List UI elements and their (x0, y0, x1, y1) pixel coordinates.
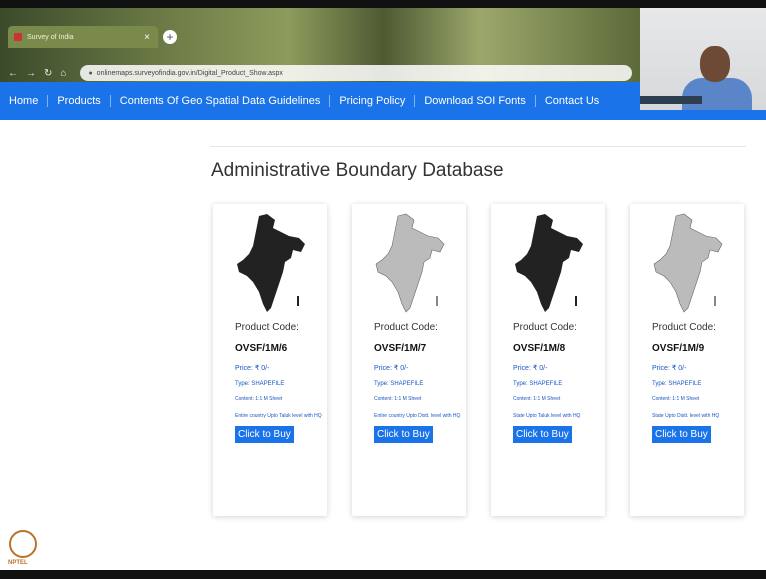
product-card: Product Code: OVSF/1M/6 Price: ₹ 0/- Typ… (213, 204, 327, 516)
presenter-head (700, 46, 730, 82)
forward-icon[interactable]: → (26, 68, 36, 79)
product-price: Price: ₹ 0/- (513, 365, 548, 372)
nptel-text: NPTEL (8, 560, 28, 566)
nav-guidelines[interactable]: Contents Of Geo Spatial Data Guidelines (111, 95, 331, 107)
product-info: Product Code: OVSF/1M/8 Price: ₹ 0/- Typ… (513, 322, 609, 443)
product-price: Price: ₹ 0/- (235, 365, 270, 372)
product-price: Price: ₹ 0/- (652, 365, 687, 372)
product-price: Price: ₹ 0/- (374, 365, 409, 372)
product-code-label: Product Code: (235, 322, 299, 333)
back-icon[interactable]: ← (8, 68, 18, 79)
nav-pricing[interactable]: Pricing Policy (330, 95, 416, 107)
product-code: OVSF/1M/7 (374, 343, 427, 354)
product-type: Type: SHAPEFILE (374, 381, 424, 387)
nav-contact[interactable]: Contact Us (536, 95, 608, 107)
product-type: Type: SHAPEFILE (513, 381, 563, 387)
address-bar[interactable]: ● onlinemaps.surveyofindia.gov.in/Digita… (80, 65, 632, 81)
product-type: Type: SHAPEFILE (652, 381, 702, 387)
bottom-black-bar (0, 570, 766, 579)
webcam-overlay (640, 8, 766, 110)
favicon-icon (14, 33, 22, 41)
product-info: Product Code: OVSF/1M/6 Price: ₹ 0/- Typ… (235, 322, 331, 443)
close-icon[interactable]: × (144, 32, 150, 43)
tab-title: Survey of India (27, 33, 74, 41)
product-description: State Upto Distt. level with HQ (652, 413, 720, 419)
click-to-buy-button[interactable]: Click to Buy (235, 426, 294, 443)
reload-icon[interactable]: ↻ (44, 68, 52, 79)
product-info: Product Code: OVSF/1M/9 Price: ₹ 0/- Typ… (652, 322, 748, 443)
product-type: Type: SHAPEFILE (235, 381, 285, 387)
product-code-label: Product Code: (374, 322, 438, 333)
nav-fonts[interactable]: Download SOI Fonts (415, 95, 536, 107)
product-content: Content: 1:1 M Sheet (374, 396, 422, 402)
product-code-label: Product Code: (513, 322, 577, 333)
presenter-body (682, 78, 752, 110)
click-to-buy-button[interactable]: Click to Buy (652, 426, 711, 443)
product-code: OVSF/1M/9 (652, 343, 705, 354)
top-black-bar (0, 0, 766, 8)
product-info: Product Code: OVSF/1M/7 Price: ₹ 0/- Typ… (374, 322, 470, 443)
section-divider (210, 146, 746, 147)
presenter-name-strip (640, 96, 702, 104)
lock-icon: ● (88, 69, 93, 77)
india-map-icon (515, 214, 583, 312)
product-code: OVSF/1M/8 (513, 343, 566, 354)
india-map-icon (237, 214, 305, 312)
product-card: Product Code: OVSF/1M/8 Price: ₹ 0/- Typ… (491, 204, 605, 516)
india-map-icon (375, 213, 445, 313)
product-card: Product Code: OVSF/1M/9 Price: ₹ 0/- Typ… (630, 204, 744, 516)
url-text: onlinemaps.surveyofindia.gov.in/Digital_… (96, 69, 283, 77)
nptel-logo: NPTEL (8, 530, 38, 570)
product-description: State Upto Taluk level with HQ (513, 413, 581, 419)
product-card: Product Code: OVSF/1M/7 Price: ₹ 0/- Typ… (352, 204, 466, 516)
browser-chrome: Survey of India × + ← → ↻ ⌂ ● onlinemaps… (0, 8, 640, 82)
product-description: Entire country Upto Taluk level with HQ (235, 413, 322, 419)
product-description: Entire country Upto Distt. level with HQ (374, 413, 461, 419)
click-to-buy-button[interactable]: Click to Buy (513, 426, 572, 443)
product-content: Content: 1:1 M Sheet (235, 396, 283, 402)
page-title: Administrative Boundary Database (211, 160, 504, 181)
nav-products[interactable]: Products (48, 95, 111, 107)
new-tab-icon[interactable]: + (163, 30, 177, 44)
browser-tab[interactable]: Survey of India × (8, 26, 158, 48)
india-map-icon (653, 213, 723, 313)
click-to-buy-button[interactable]: Click to Buy (374, 426, 433, 443)
nptel-wheel-icon (9, 530, 37, 558)
home-icon[interactable]: ⌂ (60, 68, 66, 79)
product-code-label: Product Code: (652, 322, 716, 333)
product-code: OVSF/1M/6 (235, 343, 288, 354)
product-content: Content: 1:1 M Sheet (652, 396, 700, 402)
product-content: Content: 1:1 M Sheet (513, 396, 561, 402)
nav-home[interactable]: Home (0, 95, 49, 107)
